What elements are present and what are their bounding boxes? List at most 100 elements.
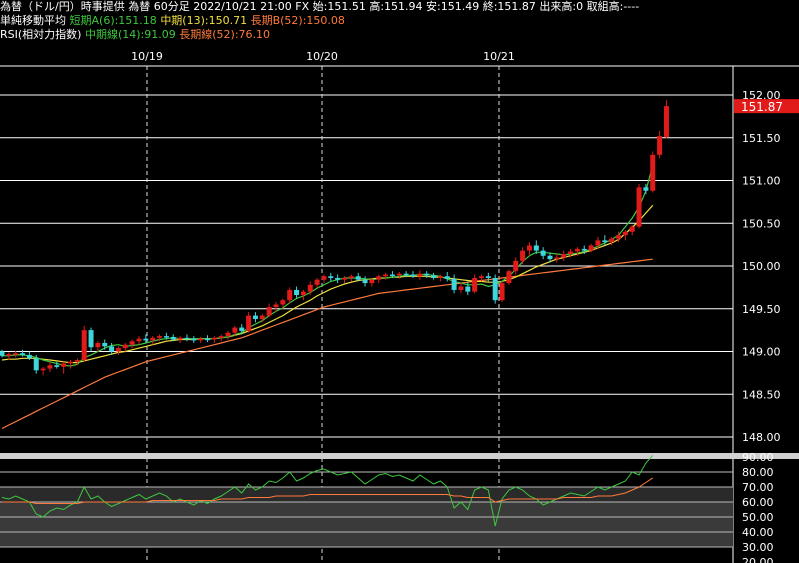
date-tick-label: 10/21 — [483, 50, 515, 63]
candle-body — [362, 279, 368, 284]
price-chart[interactable]: 152.00151.50151.00150.50150.00149.50149.… — [0, 0, 799, 563]
candle-body — [431, 275, 437, 278]
pane-separator — [0, 453, 799, 459]
candle-body — [424, 273, 430, 276]
candle-body — [321, 276, 327, 280]
candle-body — [109, 346, 115, 352]
candle-body — [20, 353, 26, 355]
candle-body — [273, 304, 279, 308]
candle-body — [629, 226, 635, 232]
candle-body — [403, 273, 409, 276]
candle-body — [74, 360, 80, 362]
candle-body — [506, 271, 512, 284]
candle-body — [211, 337, 217, 340]
candle-body — [472, 277, 478, 292]
candle-body — [81, 330, 87, 361]
candle-body — [533, 245, 539, 251]
rsi-tick-label: 90.00 — [742, 451, 774, 464]
candle-body — [458, 286, 464, 290]
candle-body — [239, 327, 245, 331]
candle-body — [335, 277, 341, 280]
price-tick-label: 149.00 — [742, 346, 781, 359]
candle-body — [33, 358, 39, 371]
candle-body — [451, 278, 457, 290]
candle-body — [485, 276, 491, 278]
rsi-tick-label: 30.00 — [742, 541, 774, 554]
candle-body — [492, 277, 498, 301]
date-tick-label: 10/19 — [131, 50, 163, 63]
price-tick-label: 149.50 — [742, 303, 781, 316]
candle-body — [383, 274, 389, 277]
candle-body — [102, 342, 108, 347]
candle-body — [157, 336, 163, 338]
candle-body — [163, 336, 169, 338]
candle-body — [526, 245, 532, 251]
candle-body — [595, 240, 601, 246]
candle-body — [554, 257, 560, 260]
candle-body — [602, 240, 608, 243]
candle-body — [47, 365, 53, 369]
candle-body — [198, 338, 204, 341]
candle-body — [191, 338, 197, 341]
candle-body — [643, 187, 649, 191]
candle-body — [307, 284, 313, 292]
candle-body — [54, 365, 60, 367]
rsi-band-mid — [0, 502, 733, 547]
rsi-tick-label: 70.00 — [742, 481, 774, 494]
candle-body — [663, 106, 669, 137]
candle-body — [355, 276, 361, 280]
candle-body — [115, 348, 121, 352]
candle-body — [136, 338, 142, 342]
candle-body — [88, 330, 94, 348]
candle-body — [574, 248, 580, 252]
candle-body — [205, 338, 210, 341]
rsi-tick-label: 50.00 — [742, 511, 774, 524]
candle-body — [287, 289, 293, 301]
candle-body — [513, 260, 519, 272]
candle-body — [68, 361, 73, 364]
candle-body — [232, 327, 238, 333]
candle-body — [437, 276, 443, 278]
candle-body — [622, 231, 628, 236]
candle-body — [465, 286, 471, 292]
rsi-tick-label: 40.00 — [742, 526, 774, 539]
price-tick-label: 150.50 — [742, 217, 781, 230]
candle-body — [369, 279, 375, 284]
candle-body — [616, 235, 621, 239]
price-tick-label: 148.00 — [742, 431, 781, 444]
candle-body — [520, 250, 526, 261]
price-tick-label: 148.50 — [742, 388, 781, 401]
price-tick-label: 151.00 — [742, 175, 781, 188]
rsi-tick-label: 20.00 — [742, 556, 774, 563]
candle-body — [444, 276, 450, 279]
candle-body — [61, 363, 67, 367]
candle-body — [588, 245, 594, 251]
candle-body — [150, 337, 156, 341]
candle-body — [266, 307, 272, 316]
candle-body — [581, 248, 587, 251]
candle-body — [294, 289, 300, 296]
candle-body — [568, 251, 574, 255]
candle-body — [177, 337, 183, 340]
rsi-tick-label: 80.00 — [742, 466, 774, 479]
price-tick-label: 151.50 — [742, 132, 781, 145]
candle-body — [13, 353, 19, 355]
rsi-tick-label: 60.00 — [742, 496, 774, 509]
candle-body — [609, 238, 615, 243]
price-tick-label: 150.00 — [742, 260, 781, 273]
candle-body — [225, 332, 231, 337]
candle-body — [657, 136, 663, 155]
candle-body — [342, 277, 347, 280]
candle-body — [259, 315, 265, 320]
candle-body — [129, 341, 135, 345]
candle-body — [650, 154, 656, 191]
candle-body — [547, 255, 553, 260]
candle-body — [6, 354, 12, 356]
candle-body — [540, 250, 546, 256]
candle-body — [561, 254, 567, 258]
candle-body — [122, 344, 128, 349]
candle-body — [499, 283, 505, 301]
candle-body — [636, 187, 642, 227]
candle-body — [389, 274, 395, 277]
candle-body — [410, 274, 416, 277]
